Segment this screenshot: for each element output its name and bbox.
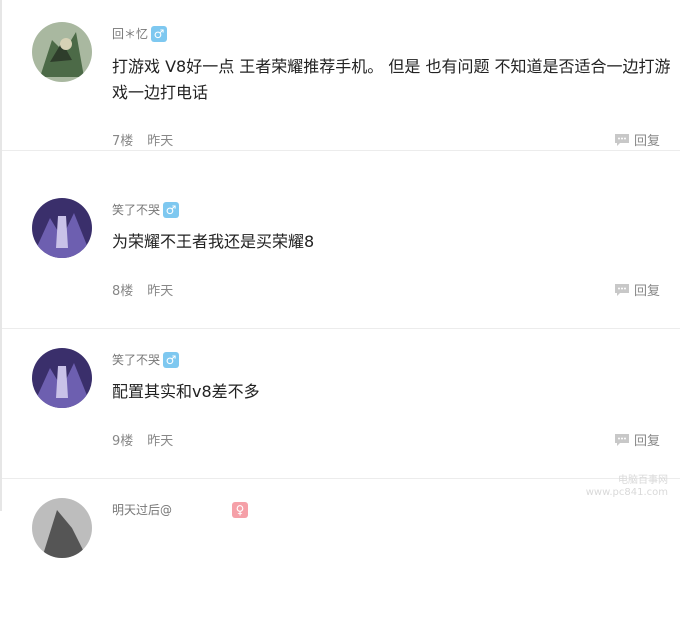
reply-button[interactable]: 回复 bbox=[614, 280, 660, 299]
reply-button[interactable]: 回复 bbox=[614, 130, 660, 149]
avatar[interactable] bbox=[32, 198, 92, 258]
post-time: 昨天 bbox=[147, 434, 174, 449]
reply-label[interactable]: 回复 bbox=[634, 430, 660, 449]
username[interactable]: 回＊忆 ♂ bbox=[112, 26, 168, 42]
reply-icon bbox=[614, 433, 629, 446]
comment-content: 为荣耀不王者我还是买荣耀8 bbox=[112, 232, 315, 251]
floor-number: 9楼 bbox=[112, 434, 134, 449]
reply-icon bbox=[614, 283, 629, 296]
comment-meta: 7楼 昨天 bbox=[112, 130, 187, 149]
username-text[interactable]: 回＊忆 bbox=[112, 27, 148, 41]
avatar[interactable] bbox=[32, 22, 92, 82]
floor-number: 8楼 bbox=[112, 284, 134, 299]
username[interactable]: 笑了不哭 ♂ bbox=[112, 202, 180, 218]
male-gender-icon: ♂ bbox=[163, 352, 180, 368]
watermark: 电脑百事网 www.pc841.com bbox=[585, 475, 668, 498]
username-text[interactable]: 笑了不哭 bbox=[112, 203, 160, 217]
username-text[interactable]: 明天过后@ bbox=[112, 503, 172, 517]
username[interactable]: 明天过后@ ♀ bbox=[112, 502, 249, 518]
comment-content: 打游戏 V8好一点 王者荣耀推荐手机。 但是 也有问题 不知道是否适合一边打游戏… bbox=[112, 57, 671, 102]
post-time: 昨天 bbox=[147, 284, 174, 299]
username-text[interactable]: 笑了不哭 bbox=[112, 353, 160, 367]
reply-label[interactable]: 回复 bbox=[634, 280, 660, 299]
comment-item: 笑了不哭 ♂ 为荣耀不王者我还是买荣耀8 8楼 昨天 回复 bbox=[2, 178, 680, 329]
avatar[interactable] bbox=[32, 498, 92, 558]
comment-item: 回＊忆 ♂ 打游戏 V8好一点 王者荣耀推荐手机。 但是 也有问题 不知道是否适合… bbox=[2, 0, 680, 151]
floor-number: 7楼 bbox=[112, 134, 134, 149]
reply-label[interactable]: 回复 bbox=[634, 130, 660, 149]
comment-meta: 9楼 昨天 bbox=[112, 430, 187, 449]
post-time: 昨天 bbox=[147, 134, 174, 149]
reply-icon bbox=[614, 133, 629, 146]
comment-item: 明天过后@ ♀ bbox=[2, 478, 680, 628]
comment-item: 笑了不哭 ♂ 配置其实和v8差不多 9楼 昨天 回复 bbox=[2, 328, 680, 479]
username[interactable]: 笑了不哭 ♂ bbox=[112, 352, 180, 368]
comment-content: 配置其实和v8差不多 bbox=[112, 382, 260, 401]
avatar[interactable] bbox=[32, 348, 92, 408]
male-gender-icon: ♂ bbox=[151, 26, 168, 42]
comment-meta: 8楼 昨天 bbox=[112, 280, 187, 299]
female-gender-icon: ♀ bbox=[232, 502, 249, 518]
male-gender-icon: ♂ bbox=[163, 202, 180, 218]
reply-button[interactable]: 回复 bbox=[614, 430, 660, 449]
